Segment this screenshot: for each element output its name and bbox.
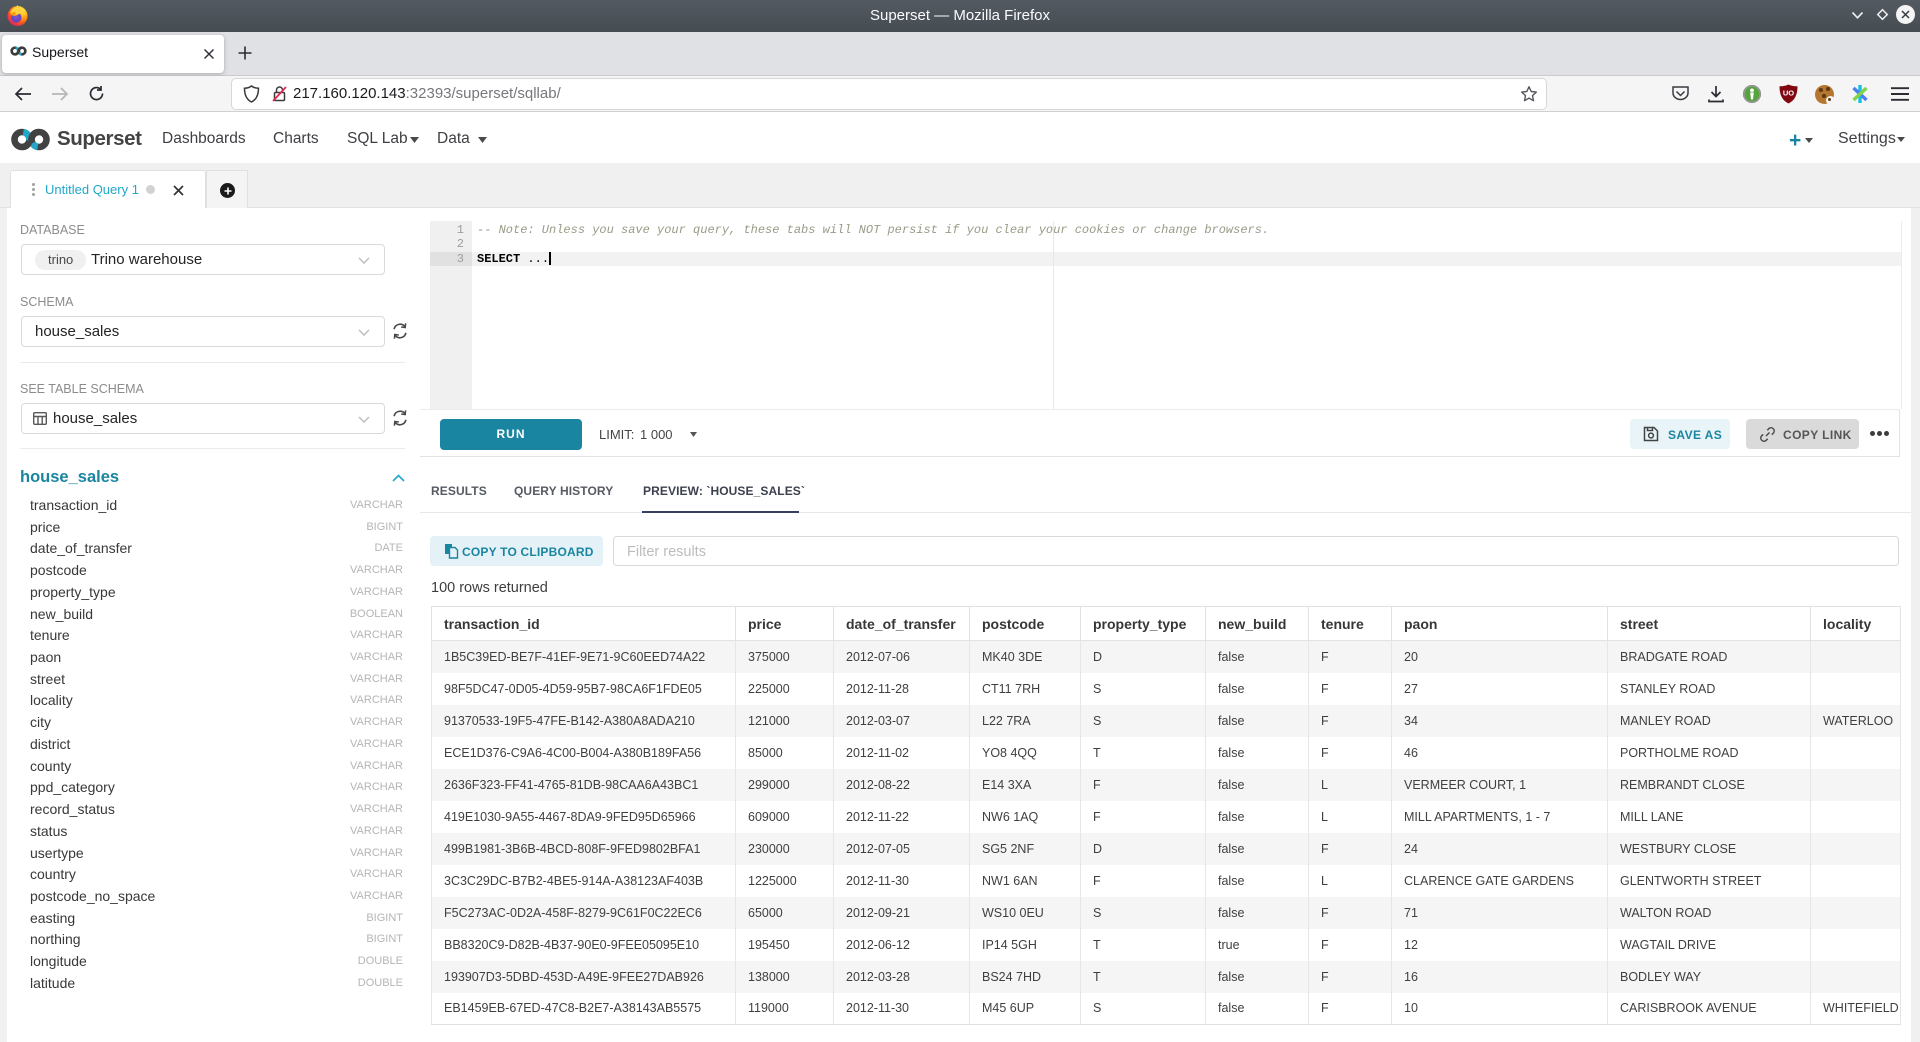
- svg-text:UO: UO: [1783, 89, 1794, 98]
